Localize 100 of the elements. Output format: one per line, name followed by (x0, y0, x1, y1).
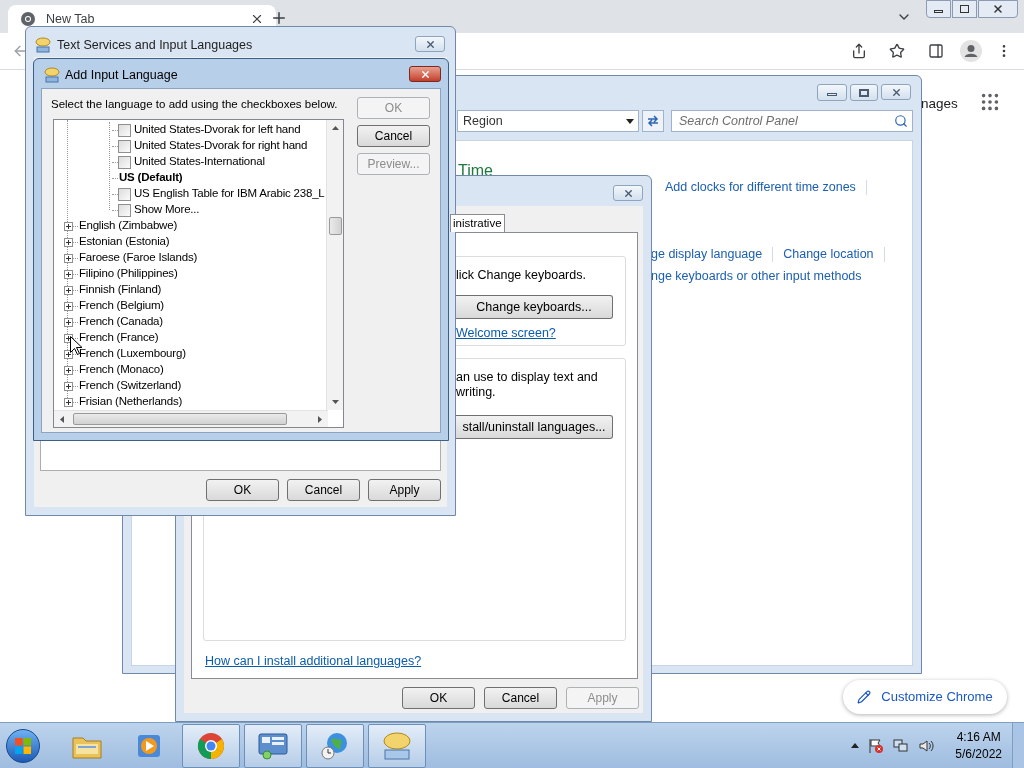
expand-toggle[interactable] (64, 301, 73, 311)
settings-link[interactable]: nge keyboards or other input methods (651, 266, 862, 286)
scrollbar-thumb[interactable] (73, 413, 287, 425)
taskbar-item[interactable] (306, 723, 364, 768)
help-link[interactable]: Welcome screen? (456, 324, 556, 343)
checkbox[interactable] (118, 203, 131, 217)
volume-icon[interactable] (918, 737, 935, 754)
plus-icon (65, 286, 72, 294)
settings-link[interactable]: Change location (783, 244, 874, 264)
keyboard-speech-icon (35, 37, 51, 54)
action-button[interactable]: Change keyboards... (456, 295, 613, 319)
help-link[interactable]: How can I install additional languages? (205, 652, 422, 671)
taskbar-item[interactable] (368, 723, 426, 768)
close-button[interactable] (415, 36, 445, 52)
expand-toggle[interactable] (64, 381, 73, 391)
taskbar-item[interactable] (244, 723, 302, 768)
scroll-right-icon[interactable] (318, 416, 322, 423)
share-icon[interactable] (851, 43, 867, 59)
expand-toggle[interactable] (64, 269, 73, 279)
tree-item[interactable]: US (Default) (118, 169, 183, 187)
clock-date[interactable]: 5/6/2022 (955, 745, 1002, 763)
scrollbar-thumb[interactable] (329, 217, 342, 235)
expand-toggle[interactable] (64, 237, 73, 247)
bookmark-star-icon[interactable] (889, 43, 905, 59)
plus-icon (65, 222, 72, 230)
tree-item[interactable]: French (Luxembourg) (78, 345, 186, 363)
tree-item[interactable]: Show More... (133, 201, 200, 219)
close-tab-icon[interactable] (250, 12, 264, 26)
restore-button[interactable] (952, 0, 977, 18)
show-hidden-icons-icon[interactable] (851, 743, 860, 748)
minimize-button[interactable] (817, 84, 847, 101)
tree-item[interactable]: Finnish (Finland) (78, 281, 162, 299)
dropdown-arrow-icon[interactable] (626, 118, 634, 124)
windows-logo-icon (14, 736, 32, 755)
tree-item[interactable]: French (France) (78, 329, 159, 347)
images-link[interactable]: nages (921, 94, 958, 115)
clock-time[interactable]: 4:16 AM (956, 728, 1001, 746)
search-icon[interactable] (894, 114, 908, 128)
scroll-left-icon[interactable] (60, 416, 64, 423)
search-field[interactable]: Search Control Panel (671, 110, 913, 132)
refresh-button[interactable] (642, 110, 664, 132)
settings-link[interactable]: ge display language (651, 244, 763, 264)
expand-toggle[interactable] (64, 253, 73, 263)
close-button[interactable] (881, 84, 911, 100)
close-button[interactable] (613, 185, 643, 201)
dialog-button[interactable]: Cancel (357, 125, 430, 147)
minimize-icon (934, 10, 943, 13)
dialog-button[interactable]: OK (402, 687, 475, 709)
tree-item[interactable]: English (Zimbabwe) (78, 217, 178, 235)
close-button[interactable] (409, 66, 441, 82)
expand-toggle[interactable] (64, 221, 73, 231)
checkbox[interactable] (118, 139, 131, 153)
maximize-button[interactable] (850, 84, 878, 101)
dialog-button[interactable]: Cancel (287, 479, 360, 501)
start-button[interactable] (6, 728, 40, 763)
tree-item[interactable]: Frisian (Netherlands) (78, 393, 183, 411)
apps-grid-icon[interactable] (979, 91, 1001, 113)
dialog-button[interactable]: OK (206, 479, 279, 501)
taskbar-item[interactable] (182, 723, 240, 768)
tree-item[interactable]: United States-Dvorak for right hand (133, 137, 308, 155)
dialog-button[interactable]: Apply (368, 479, 441, 501)
restore-icon (960, 5, 969, 13)
customize-chrome-button[interactable]: Customize Chrome (843, 680, 1007, 714)
tree-item[interactable]: French (Monaco) (78, 361, 164, 379)
settings-link[interactable]: Add clocks for different time zones (665, 178, 856, 197)
tree-item[interactable]: Filipino (Philippines) (78, 265, 178, 283)
address-bar[interactable]: Region (457, 110, 639, 132)
action-button[interactable]: stall/uninstall languages... (456, 415, 613, 439)
expand-toggle[interactable] (64, 365, 73, 375)
checkbox[interactable] (118, 123, 131, 137)
tree-item[interactable]: Estonian (Estonia) (78, 233, 170, 251)
horizontal-scrollbar[interactable] (54, 410, 328, 427)
scroll-down-icon[interactable] (332, 400, 339, 404)
window-title: Add Input Language (65, 67, 178, 84)
scroll-up-icon[interactable] (332, 126, 339, 130)
vertical-scrollbar[interactable] (326, 120, 343, 410)
checkbox[interactable] (118, 187, 131, 201)
dialog-tab[interactable]: inistrative (450, 214, 505, 232)
tree-item[interactable]: United States-Dvorak for left hand (133, 121, 301, 139)
plus-icon (65, 382, 72, 390)
back-icon[interactable] (12, 43, 28, 59)
new-tab-icon[interactable] (270, 9, 288, 27)
checkbox[interactable] (118, 155, 131, 169)
expand-toggle[interactable] (64, 317, 73, 327)
tree-item[interactable]: French (Switzerland) (78, 377, 182, 395)
flag-icon[interactable] (868, 737, 885, 754)
dialog-button[interactable]: Cancel (484, 687, 557, 709)
plus-icon (65, 398, 72, 406)
tree-item[interactable]: French (Canada) (78, 313, 163, 331)
network-icon[interactable] (893, 737, 910, 754)
side-panel-icon[interactable] (928, 43, 944, 59)
minimize-button[interactable] (926, 0, 951, 18)
tree-item[interactable]: Faroese (Faroe Islands) (78, 249, 198, 267)
expand-toggle[interactable] (64, 397, 73, 407)
tree-item[interactable]: French (Belgium) (78, 297, 164, 315)
profile-icon[interactable] (960, 40, 982, 62)
tree-item[interactable]: United States-International (133, 153, 265, 171)
expand-toggle[interactable] (64, 285, 73, 295)
tree-item[interactable]: US English Table for IBM Arabic 238_L (133, 185, 325, 203)
search-input[interactable]: Search Control Panel (679, 111, 894, 131)
